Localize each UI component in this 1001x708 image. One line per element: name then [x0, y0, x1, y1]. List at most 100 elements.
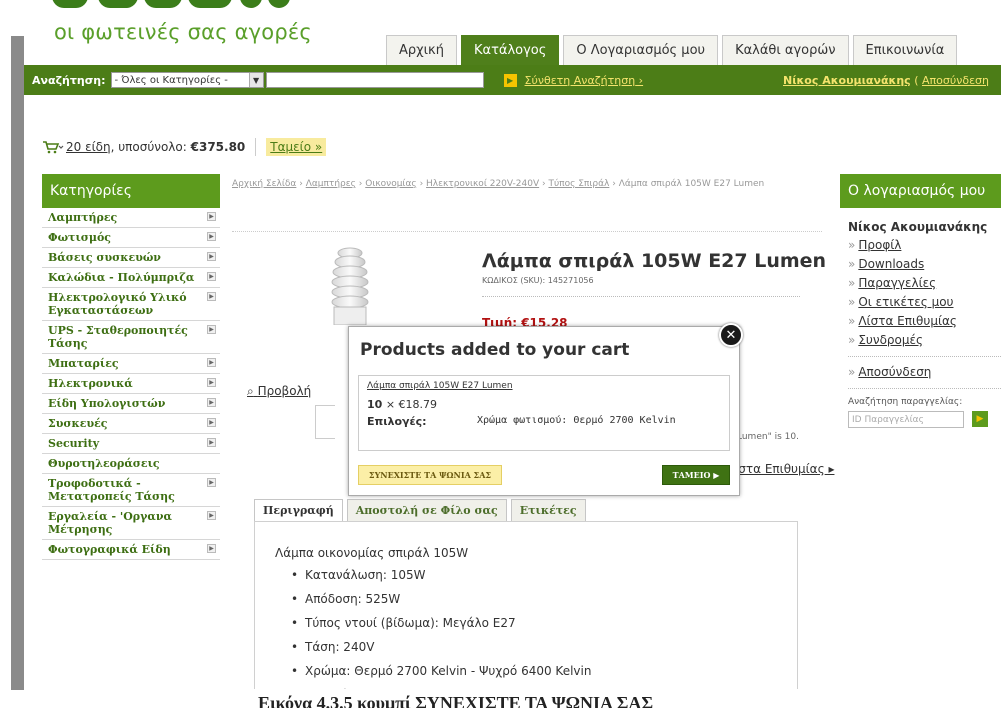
category-select[interactable]: - Όλες οι Κατηγορίες - ▼: [110, 72, 264, 88]
account-logout-link[interactable]: Αποσύνδεση: [858, 365, 931, 379]
chevron-right-icon: ▶: [207, 272, 216, 281]
cart-summary: 20 είδη , υποσύνολο: €375.80 Ταμείο »: [42, 138, 327, 156]
category-item[interactable]: Συσκευές ▶: [42, 414, 220, 434]
description-bullet: Κατανάλωση: 105W: [291, 563, 777, 587]
search-input[interactable]: [265, 72, 484, 88]
category-item[interactable]: Μπαταρίες ▶: [42, 354, 220, 374]
account-link[interactable]: Προφίλ: [858, 238, 901, 252]
category-label: Security: [48, 437, 100, 450]
account-link[interactable]: Συνδρομές: [858, 333, 923, 347]
product-image[interactable]: [324, 247, 376, 326]
breadcrumb-separator: ›: [355, 179, 366, 189]
breadcrumb-item: Λάμπα σπιράλ 105W E27 Lumen: [618, 179, 765, 189]
category-sidebar: Κατηγορίες Λαμπτήρες ▶ Φωτισμός ▶ Βάσεις συσ…: [42, 174, 220, 560]
account-link[interactable]: Downloads: [858, 257, 924, 271]
category-label: Φωτογραφικά Είδη: [48, 543, 171, 556]
user-area: Νίκος Ακουμιανάκης ( Αποσύνδεση: [783, 73, 989, 87]
category-item[interactable]: Ηλεκτρονικά ▶: [42, 374, 220, 394]
category-label: Λαμπτήρες: [48, 211, 118, 224]
chevron-right-icon: ▶: [207, 358, 216, 367]
wishlist-link[interactable]: Λίστα Επιθυμίας ▸: [726, 462, 834, 476]
category-item[interactable]: Θυροτηλεοράσεις: [42, 454, 220, 474]
account-link-item: » Συνδρομές: [848, 331, 1001, 350]
figure-caption: Εικόνα 4.3.5 κουμπί ΣΥΝΕΧΙΣΤΕ ΤΑ ΨΩΝΙΑ Σ…: [200, 689, 1001, 708]
breadcrumb-item[interactable]: Αρχική Σελίδα: [232, 179, 296, 189]
user-name-link[interactable]: Νίκος Ακουμιανάκης: [783, 74, 911, 87]
chevron-right-icon: ▶: [207, 398, 216, 407]
logo[interactable]: [52, 0, 302, 12]
shopping-cart-icon[interactable]: [42, 140, 64, 154]
cart-count-link[interactable]: 20 είδη: [66, 140, 111, 154]
category-item[interactable]: UPS - Σταθεροποιητές Τάσης ▶: [42, 321, 220, 354]
breadcrumb-item[interactable]: Τύπος Σπιράλ: [548, 179, 609, 189]
chevron-right-icon: ▶: [207, 252, 216, 261]
tab-0[interactable]: Αρχική: [386, 35, 457, 65]
breadcrumb-separator: ›: [296, 179, 306, 189]
account-link[interactable]: Παραγγελίες: [858, 276, 936, 290]
breadcrumb: Αρχική Σελίδα › Λαμπτήρες › Οικονομίας ›…: [232, 178, 822, 190]
modal-product-link[interactable]: Λάμπα σπιράλ 105W E27 Lumen: [367, 381, 721, 391]
tab-4[interactable]: Επικοινωνία: [852, 35, 958, 65]
divider: [482, 296, 800, 297]
description-bullet: Απόδοση: 525W: [291, 587, 777, 611]
account-links: » Προφίλ» Downloads» Παραγγελίες» Οι ετικέτε…: [848, 236, 1001, 350]
checkout-link[interactable]: Ταμείο »: [266, 138, 327, 156]
continue-shopping-button[interactable]: ΣΥΝΕΧΙΣΤΕ ΤΑ ΨΩΝΙΑ ΣΑΣ: [358, 465, 502, 485]
chevron-down-icon: ▼: [248, 73, 263, 87]
category-label: Ηλεκτρολογικό Υλικό Εγκαταστάσεων: [48, 291, 187, 317]
logout-link[interactable]: Αποσύνδεση: [922, 74, 989, 87]
category-item[interactable]: Βάσεις συσκευών ▶: [42, 248, 220, 268]
chevron-right-icon: ▶: [207, 232, 216, 241]
tagline: οι φωτεινές σας αγορές: [54, 20, 312, 44]
close-icon[interactable]: ✕: [719, 323, 743, 347]
description-list: Κατανάλωση: 105WΑπόδοση: 525WΤύπος ντουί…: [275, 563, 777, 690]
category-item[interactable]: Φωτισμός ▶: [42, 228, 220, 248]
account-link-item: » Προφίλ: [848, 236, 1001, 255]
account-link[interactable]: Οι ετικέτες μου: [858, 295, 953, 309]
category-label: Εργαλεία - 'Οργανα Μέτρησης: [48, 510, 172, 536]
chevron-right-icon: ▶: [207, 325, 216, 334]
checkout-button[interactable]: ΤΑΜΕΙΟ ▶: [662, 465, 730, 485]
category-item[interactable]: Λαμπτήρες ▶: [42, 208, 220, 228]
category-label: Ηλεκτρονικά: [48, 377, 133, 390]
modal-product-box: Λάμπα σπιράλ 105W E27 Lumen 10 × €18.79 …: [358, 375, 730, 451]
modal-options: Επιλογές: Χρώμα φωτισμού: Θερμό 2700 Kel…: [367, 415, 676, 428]
category-label: Συσκευές: [48, 417, 108, 430]
breadcrumb-item[interactable]: Οικονομίας: [365, 179, 416, 189]
category-item[interactable]: Φωτογραφικά Είδη ▶: [42, 540, 220, 560]
description-tab-2[interactable]: Ετικέτες: [510, 499, 586, 521]
zoom-view-link[interactable]: ⌕ Προβολή: [247, 384, 311, 399]
search-go-button[interactable]: ▶: [503, 73, 517, 87]
left-margin-bar: [11, 36, 24, 690]
chevron-right-icon: ▶: [207, 478, 216, 487]
advanced-search-link[interactable]: Σύνθετη Αναζήτηση ›: [525, 74, 644, 87]
chevron-right-icon: ▶: [207, 418, 216, 427]
tab-2[interactable]: Ο Λογαριασμός μου: [563, 35, 719, 65]
tab-3[interactable]: Καλάθι αγορών: [722, 35, 849, 65]
category-item[interactable]: Εργαλεία - 'Οργανα Μέτρησης ▶: [42, 507, 220, 540]
category-item[interactable]: Security ▶: [42, 434, 220, 454]
category-item[interactable]: Είδη Υπολογιστών ▶: [42, 394, 220, 414]
account-link[interactable]: Λίστα Επιθυμίας: [858, 314, 957, 328]
description-tab-0[interactable]: Περιγραφή: [254, 499, 343, 521]
category-label: UPS - Σταθεροποιητές Τάσης: [48, 324, 188, 350]
order-search-label: Αναζήτηση παραγγελίας:: [848, 397, 963, 407]
chevron-right-icon: ▶: [207, 212, 216, 221]
chevron-right-icon: ▶: [207, 438, 216, 447]
category-item[interactable]: Τροφοδοτικά - Μετατροπείς Τάσης ▶: [42, 474, 220, 507]
search-label: Αναζήτηση:: [32, 73, 106, 87]
breadcrumb-separator: ›: [416, 179, 427, 189]
breadcrumb-item[interactable]: Ηλεκτρονικοί 220V-240V: [426, 179, 539, 189]
category-item[interactable]: Ηλεκτρολογικό Υλικό Εγκαταστάσεων ▶: [42, 288, 220, 321]
breadcrumb-item[interactable]: Λαμπτήρες: [306, 179, 356, 189]
order-id-input[interactable]: ID Παραγγελίας: [848, 411, 964, 428]
bullet-icon: »: [848, 276, 856, 290]
order-search-go-button[interactable]: ▶: [972, 411, 988, 427]
modal-title: Products added to your cart: [360, 340, 630, 360]
divider: [232, 231, 822, 232]
category-label: Τροφοδοτικά - Μετατροπείς Τάσης: [48, 477, 175, 503]
category-item[interactable]: Καλώδια - Πολύμπριζα ▶: [42, 268, 220, 288]
tab-1[interactable]: Κατάλογος: [460, 35, 560, 65]
description-tab-1[interactable]: Αποστολή σε Φίλο σας: [346, 499, 507, 521]
account-header: Ο λογαριασμός μου: [840, 174, 1001, 208]
